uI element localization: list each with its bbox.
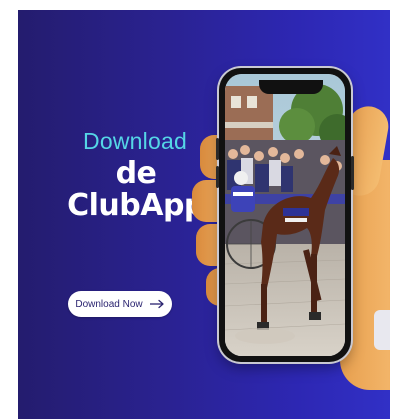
sleeve-cuff — [374, 310, 390, 350]
page-frame: Download de ClubApp Download Now — [0, 0, 398, 419]
promo-banner: Download de ClubApp Download Now — [18, 10, 390, 419]
phone-side-button — [216, 138, 219, 160]
download-now-button[interactable]: Download Now — [68, 291, 172, 317]
headline-download: Download — [83, 128, 187, 154]
harness-racing-photo — [225, 74, 345, 356]
phone-side-button — [216, 166, 219, 188]
phone-notch — [259, 80, 323, 94]
arrow-right-icon — [149, 299, 164, 309]
smartphone-mockup — [216, 68, 354, 362]
download-now-label: Download Now — [75, 298, 143, 310]
phone-power-button — [351, 156, 354, 190]
phone-screen — [225, 74, 345, 356]
